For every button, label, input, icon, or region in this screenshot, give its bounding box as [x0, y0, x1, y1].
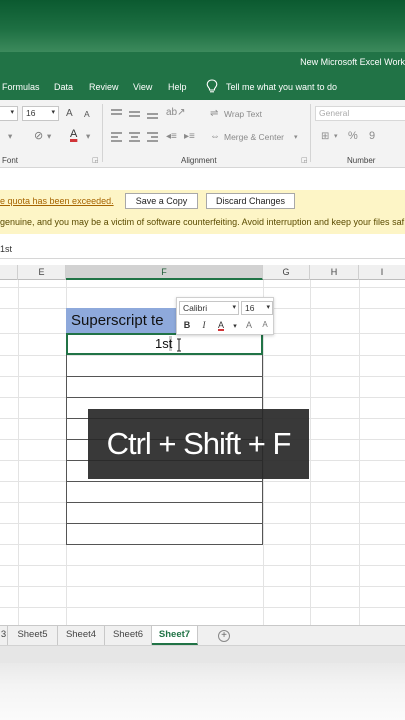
mini-font-size: 16 [245, 303, 255, 313]
comma-style-button[interactable]: 9 [369, 130, 375, 142]
orientation-icon[interactable]: ab↗ [166, 107, 186, 118]
chevron-down-icon[interactable]: ▾ [294, 133, 298, 141]
tab-help[interactable]: Help [168, 82, 187, 92]
title-bar: New Microsoft Excel Work [0, 52, 405, 72]
grow-font-button[interactable]: A [66, 108, 73, 119]
document-title: New Microsoft Excel Work [300, 57, 405, 67]
tell-me-search[interactable]: Tell me what you want to do [226, 82, 337, 92]
font-color-button[interactable]: A [70, 128, 77, 140]
chevron-down-icon[interactable]: ▾ [47, 131, 51, 142]
font-size-box[interactable]: 16 ▾ [22, 106, 59, 121]
accounting-format-icon[interactable]: ⊞ [321, 131, 329, 142]
chevron-down-icon[interactable]: ▾ [86, 131, 90, 142]
mini-toolbar: Calibri ▾ 16 ▾ B I A ▾ A A [176, 297, 274, 335]
genuine-message: genuine, and you may be a victim of soft… [0, 217, 405, 227]
column-header-i[interactable]: I [359, 265, 405, 280]
chevron-down-icon[interactable]: ▾ [334, 132, 338, 140]
add-sheet-icon[interactable]: + [218, 630, 230, 642]
active-cell-text-plain: 1s [155, 336, 169, 351]
column-header-row: E F G H I [0, 265, 405, 280]
wrap-text-icon: ⇌ [210, 108, 219, 119]
sheet-tab-partial[interactable]: 3 [0, 626, 8, 645]
tab-view[interactable]: View [133, 82, 152, 92]
active-cell-text: 1st [155, 336, 173, 351]
sheet-tab-bar: 3 Sheet5 Sheet4 Sheet6 Sheet7 + [0, 625, 405, 645]
fill-color-icon[interactable]: ⊘ [34, 129, 43, 142]
increase-indent-icon[interactable]: ▸≡ [184, 131, 195, 142]
dialog-launcher-icon[interactable]: ◲ [301, 156, 308, 164]
chevron-down-icon: ▾ [266, 304, 270, 311]
tab-formulas[interactable]: Formulas [2, 82, 40, 92]
sheet-tab-sheet5[interactable]: Sheet5 [8, 626, 58, 645]
sheet-tab-sheet6[interactable]: Sheet6 [105, 626, 152, 645]
mini-font-size-box[interactable]: 16 ▾ [241, 301, 273, 315]
ribbon-separator [310, 104, 311, 162]
font-size-value: 16 [26, 108, 36, 118]
formula-content: 1st [0, 244, 13, 254]
video-top-blur [0, 0, 405, 52]
bold-button[interactable]: B [181, 320, 193, 330]
column-header-f[interactable]: F [66, 265, 263, 280]
formula-bar[interactable]: 1st [0, 241, 405, 259]
tab-review[interactable]: Review [89, 82, 119, 92]
discard-changes-button[interactable]: Discard Changes [206, 193, 295, 209]
genuine-warning-bar: genuine, and you may be a victim of soft… [0, 212, 405, 234]
ribbon: ▾ 16 ▾ A A ▾ ⊘ ▾ A ▾ Font ◲ ab↗ ◂≡ ▸≡ ⇌ … [0, 100, 405, 168]
number-group-label: Number [347, 156, 376, 165]
mini-grow-font-button[interactable]: A [243, 320, 255, 330]
alignment-group-label: Alignment [181, 156, 217, 165]
chevron-down-icon[interactable]: ▾ [229, 322, 241, 330]
font-name-box[interactable]: ▾ [0, 106, 18, 121]
quota-message[interactable]: e quota has been exceeded. [0, 196, 114, 206]
decrease-indent-icon[interactable]: ◂≡ [166, 131, 177, 142]
chevron-down-icon: ▾ [232, 304, 236, 311]
column-header-g[interactable]: G [263, 265, 310, 280]
tab-data[interactable]: Data [54, 82, 73, 92]
percent-style-button[interactable]: % [348, 130, 358, 142]
sheet-tab-sheet4[interactable]: Sheet4 [58, 626, 105, 645]
number-format-value: General [319, 108, 350, 118]
sheet-tab-sheet7[interactable]: Sheet7 [152, 626, 198, 645]
mini-font-color-button[interactable]: A [215, 320, 227, 330]
shrink-font-button[interactable]: A [84, 109, 90, 119]
video-bottom-blur [0, 663, 405, 720]
quota-warning-bar: e quota has been exceeded. Save a Copy D… [0, 190, 405, 212]
dialog-launcher-icon[interactable]: ◲ [92, 156, 99, 164]
mini-font-name: Calibri [183, 303, 208, 313]
ribbon-separator [102, 104, 103, 162]
ribbon-tabs: Formulas Data Review View Help Tell me w… [0, 72, 405, 100]
shortcut-overlay: Ctrl + Shift + F [88, 409, 309, 479]
italic-button[interactable]: I [198, 320, 210, 330]
selected-text: t [168, 336, 173, 351]
wrap-text-button[interactable]: Wrap Text [224, 109, 262, 119]
merge-center-icon: ⇔ [210, 131, 220, 142]
chevron-down-icon: ▾ [10, 109, 14, 116]
mini-shrink-font-button[interactable]: A [259, 320, 271, 329]
column-header-partial[interactable] [0, 265, 18, 280]
merge-center-button[interactable]: Merge & Center [224, 132, 284, 142]
mini-font-name-box[interactable]: Calibri ▾ [179, 301, 239, 315]
number-format-box[interactable]: General [315, 106, 405, 121]
status-bar [0, 645, 405, 663]
lightbulb-icon [206, 79, 218, 93]
column-header-h[interactable]: H [310, 265, 359, 280]
column-header-e[interactable]: E [18, 265, 66, 280]
font-group-label: Font [2, 156, 19, 165]
chevron-down-icon: ▾ [51, 109, 55, 116]
save-copy-button[interactable]: Save a Copy [125, 193, 198, 209]
text-cursor-icon [177, 338, 181, 352]
borders-button[interactable]: ▾ [8, 131, 12, 142]
